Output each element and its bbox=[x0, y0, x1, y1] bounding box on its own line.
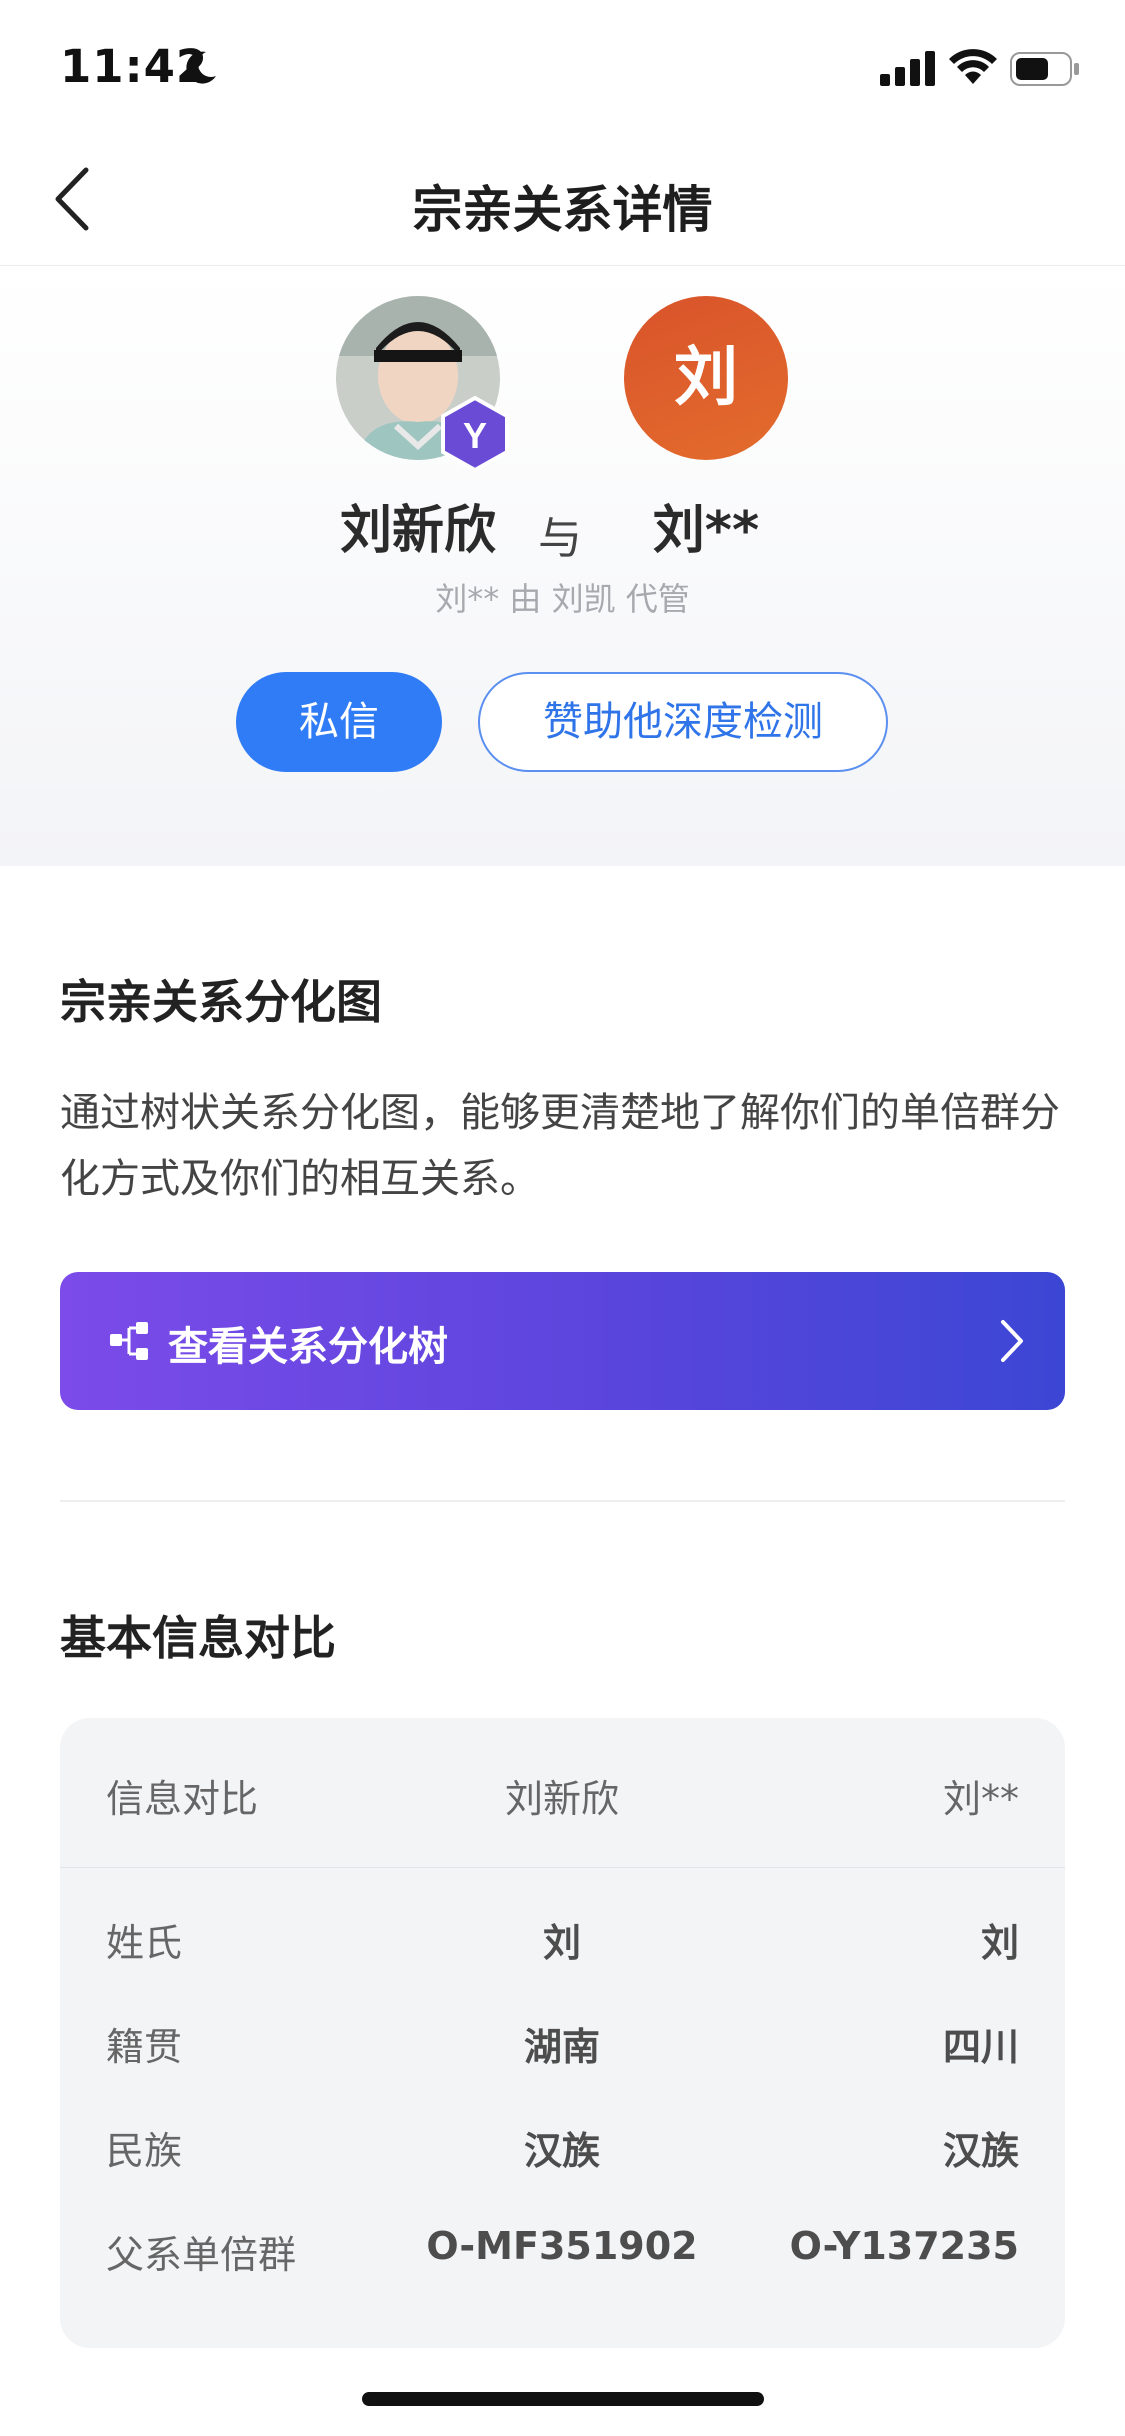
row-value-right: O-Y137235 bbox=[789, 2224, 1019, 2268]
view-relation-tree-label: 查看关系分化树 bbox=[168, 1324, 448, 1370]
chevron-right-icon bbox=[1001, 1320, 1023, 1362]
wifi-icon bbox=[949, 49, 997, 84]
basic-info-title: 基本信息对比 bbox=[60, 1611, 336, 1665]
view-relation-tree-button[interactable]: 查看关系分化树 bbox=[60, 1272, 1065, 1410]
header-info-compare: 信息对比 bbox=[106, 1777, 259, 1821]
row-label-haplogroup: 父系单倍群 bbox=[106, 2233, 297, 2277]
connector-text: 与 bbox=[538, 513, 582, 564]
battery-icon bbox=[1010, 52, 1079, 86]
private-message-button[interactable]: 私信 bbox=[236, 672, 442, 772]
sponsor-test-button[interactable]: 赞助他深度检测 bbox=[478, 672, 888, 772]
section-divider bbox=[60, 1500, 1065, 1502]
header-relative-name: 刘** bbox=[942, 1777, 1019, 1821]
row-label-surname: 姓氏 bbox=[106, 1921, 183, 1965]
row-value-left: 刘 bbox=[542, 1921, 581, 1965]
moon-icon bbox=[186, 51, 216, 84]
row-value-left: 湖南 bbox=[523, 2025, 600, 2069]
row-label-origin: 籍贯 bbox=[106, 2025, 183, 2069]
relation-header: Y 刘 刘新欣 与 刘** 刘** 由 刘凯 代管 私信 赞助他深度检测 bbox=[0, 266, 1125, 866]
relative-name: 刘** bbox=[652, 501, 760, 561]
tree-section-title: 宗亲关系分化图 bbox=[60, 975, 382, 1029]
header-user-name: 刘新欣 bbox=[504, 1777, 619, 1821]
tree-structure-icon bbox=[110, 1322, 148, 1360]
tree-section-description: 通过树状关系分化图，能够更清楚地了解你们的单倍群分化方式及你们的相互关系。 bbox=[60, 1090, 1060, 1202]
row-value-left: 汉族 bbox=[523, 2129, 600, 2173]
compare-table: 信息对比 刘新欣 刘** 姓氏 刘 刘 籍贯 湖南 四川 民族 汉族 汉族 父系… bbox=[60, 1718, 1065, 2348]
status-bar: 11:42 bbox=[0, 0, 1125, 132]
cellular-signal-icon bbox=[880, 51, 935, 86]
nav-bar: 宗亲关系详情 bbox=[0, 132, 1125, 266]
haplogroup-y-badge-icon: Y bbox=[441, 396, 509, 472]
page-title: 宗亲关系详情 bbox=[412, 181, 713, 239]
user-name: 刘新欣 bbox=[339, 501, 496, 561]
svg-text:Y: Y bbox=[463, 415, 487, 456]
row-value-right: 汉族 bbox=[942, 2129, 1019, 2173]
home-indicator[interactable] bbox=[362, 2392, 764, 2406]
row-label-ethnicity: 民族 bbox=[106, 2129, 183, 2173]
relative-avatar[interactable]: 刘 bbox=[624, 296, 788, 460]
row-value-left: O-MF351902 bbox=[426, 2224, 698, 2268]
compare-table-header: 信息对比 刘新欣 刘** bbox=[60, 1718, 1065, 1868]
row-value-right: 四川 bbox=[942, 2025, 1019, 2069]
row-value-right: 刘 bbox=[980, 1921, 1019, 1965]
managed-note: 刘** 由 刘凯 代管 bbox=[435, 580, 690, 618]
